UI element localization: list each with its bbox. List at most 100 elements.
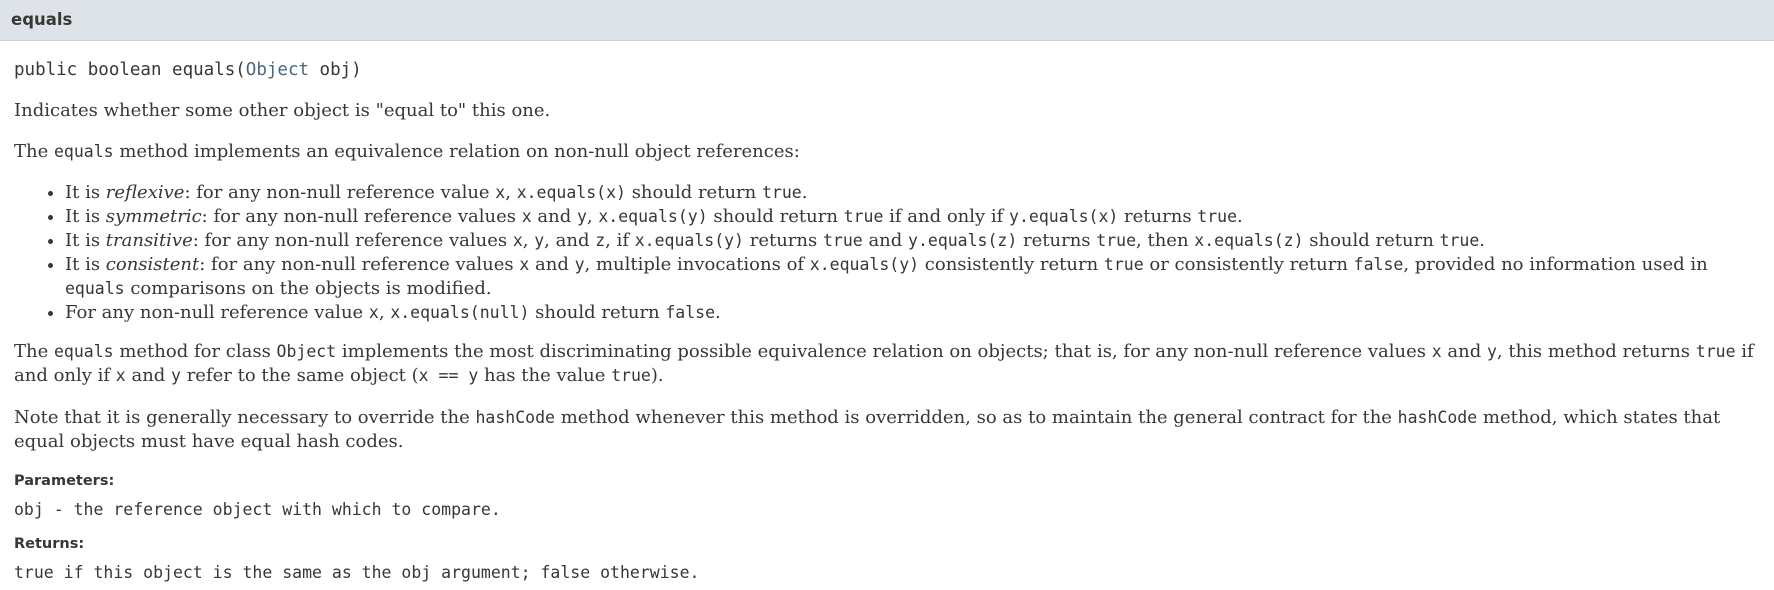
code: true — [822, 231, 863, 250]
text: The — [14, 341, 54, 362]
code: x.equals(null) — [390, 303, 530, 322]
code: hashCode — [1397, 408, 1478, 427]
method-title: equals — [11, 10, 73, 29]
code: false — [1353, 255, 1404, 274]
text: It is — [65, 206, 106, 227]
text: should return — [529, 302, 666, 323]
text: implements the most discriminating possi… — [336, 341, 1432, 362]
code: equals — [53, 142, 114, 161]
code: x.equals(y) — [634, 231, 744, 250]
text: Note that it is generally necessary to o… — [14, 407, 476, 428]
text: For any non-null reference value — [65, 302, 369, 323]
description-hashcode-note: Note that it is generally necessary to o… — [14, 406, 1760, 454]
text: The — [14, 141, 54, 162]
code: x.equals(x) — [516, 183, 626, 202]
text: : for any non-null reference values — [192, 230, 513, 251]
code: true — [1439, 231, 1480, 250]
signature-rest: obj) — [309, 60, 362, 80]
code: x.equals(y) — [598, 207, 708, 226]
code: equals — [53, 342, 114, 361]
code: z — [595, 231, 606, 250]
text: has the value — [478, 365, 612, 386]
description-summary: Indicates whether some other object is "… — [14, 100, 551, 121]
parameters-label: Parameters: — [14, 473, 115, 489]
text: if and only if — [883, 206, 1010, 227]
code: x — [521, 207, 532, 226]
code: true — [1103, 255, 1144, 274]
method-header: equals — [0, 0, 1774, 41]
code: equals — [65, 279, 125, 298]
text: , — [378, 302, 391, 323]
list-item-symmetric: It is symmetric: for any non-null refere… — [65, 205, 1760, 229]
text: should return — [707, 206, 844, 227]
method-detail: public boolean equals(Object obj) Indica… — [0, 58, 1774, 585]
term: transitive — [105, 230, 193, 251]
code: true — [1197, 207, 1238, 226]
code: x == y — [418, 366, 479, 385]
code: false — [665, 303, 716, 322]
list-item-consistent: It is consistent: for any non-null refer… — [65, 253, 1760, 301]
term: symmetric — [105, 206, 202, 227]
text: . — [715, 302, 721, 323]
text: and — [529, 254, 575, 275]
code: x.equals(y) — [809, 255, 920, 274]
text: returns — [1017, 230, 1097, 251]
signature-modifiers: public boolean equals( — [14, 60, 246, 80]
term: consistent — [105, 254, 200, 275]
text: It is — [65, 182, 106, 203]
method-signature: public boolean equals(Object obj) — [14, 58, 1760, 82]
text: returns — [1118, 206, 1198, 227]
returns-description: true if this object is the same as the o… — [14, 563, 700, 582]
code: true — [611, 366, 651, 385]
code: y — [576, 207, 587, 226]
text: and — [531, 206, 577, 227]
text: , if — [605, 230, 635, 251]
code: y — [574, 255, 585, 274]
text: should return — [625, 182, 762, 203]
code: x — [1431, 342, 1442, 361]
text: : for any non-null reference values — [201, 206, 522, 227]
parameter-obj-description: obj - the reference object with which to… — [14, 500, 501, 519]
code: y — [1486, 342, 1497, 361]
returns-label: Returns: — [14, 536, 85, 552]
text: , provided no information used in — [1403, 254, 1708, 275]
code: y.equals(z) — [908, 231, 1018, 250]
code: y — [534, 231, 545, 250]
text: , and — [544, 230, 596, 251]
code: x — [368, 303, 379, 322]
text: should return — [1303, 230, 1440, 251]
text: , — [522, 230, 535, 251]
text: , multiple invocations of — [584, 254, 810, 275]
code: x — [512, 231, 523, 250]
code: x — [115, 366, 126, 385]
text: and — [125, 365, 172, 386]
text: It is — [65, 230, 106, 251]
text: returns — [744, 230, 823, 251]
code: y — [171, 366, 181, 385]
text: consistently return — [919, 254, 1104, 275]
list-item-reflexive: It is reflexive: for any non-null refere… — [65, 181, 1760, 205]
text: method whenever this method is overridde… — [554, 407, 1398, 428]
equivalence-properties-list: It is reflexive: for any non-null refere… — [14, 181, 1760, 325]
code: true — [1695, 342, 1736, 361]
text: . — [1237, 206, 1243, 227]
text: and — [862, 230, 909, 251]
code: true — [1096, 231, 1137, 250]
code: x.equals(z) — [1194, 231, 1304, 250]
code: true — [843, 207, 884, 226]
description-equivalence: The equals method implements an equivale… — [14, 140, 1760, 164]
code: true — [761, 183, 802, 202]
text: . — [801, 182, 808, 203]
code: Object — [276, 342, 337, 361]
text: , — [505, 182, 517, 203]
text: . — [1479, 230, 1486, 251]
text: , — [586, 206, 599, 227]
code: hashCode — [475, 408, 555, 427]
text: method for class — [113, 341, 277, 362]
text: method implements an equivalence relatio… — [113, 141, 800, 162]
text: refer to the same object ( — [180, 365, 419, 386]
list-item-null: For any non-null reference value x, x.eq… — [65, 301, 1760, 325]
code: x — [519, 255, 530, 274]
text: , this method returns — [1496, 341, 1696, 362]
object-type-link[interactable]: Object — [246, 60, 309, 80]
